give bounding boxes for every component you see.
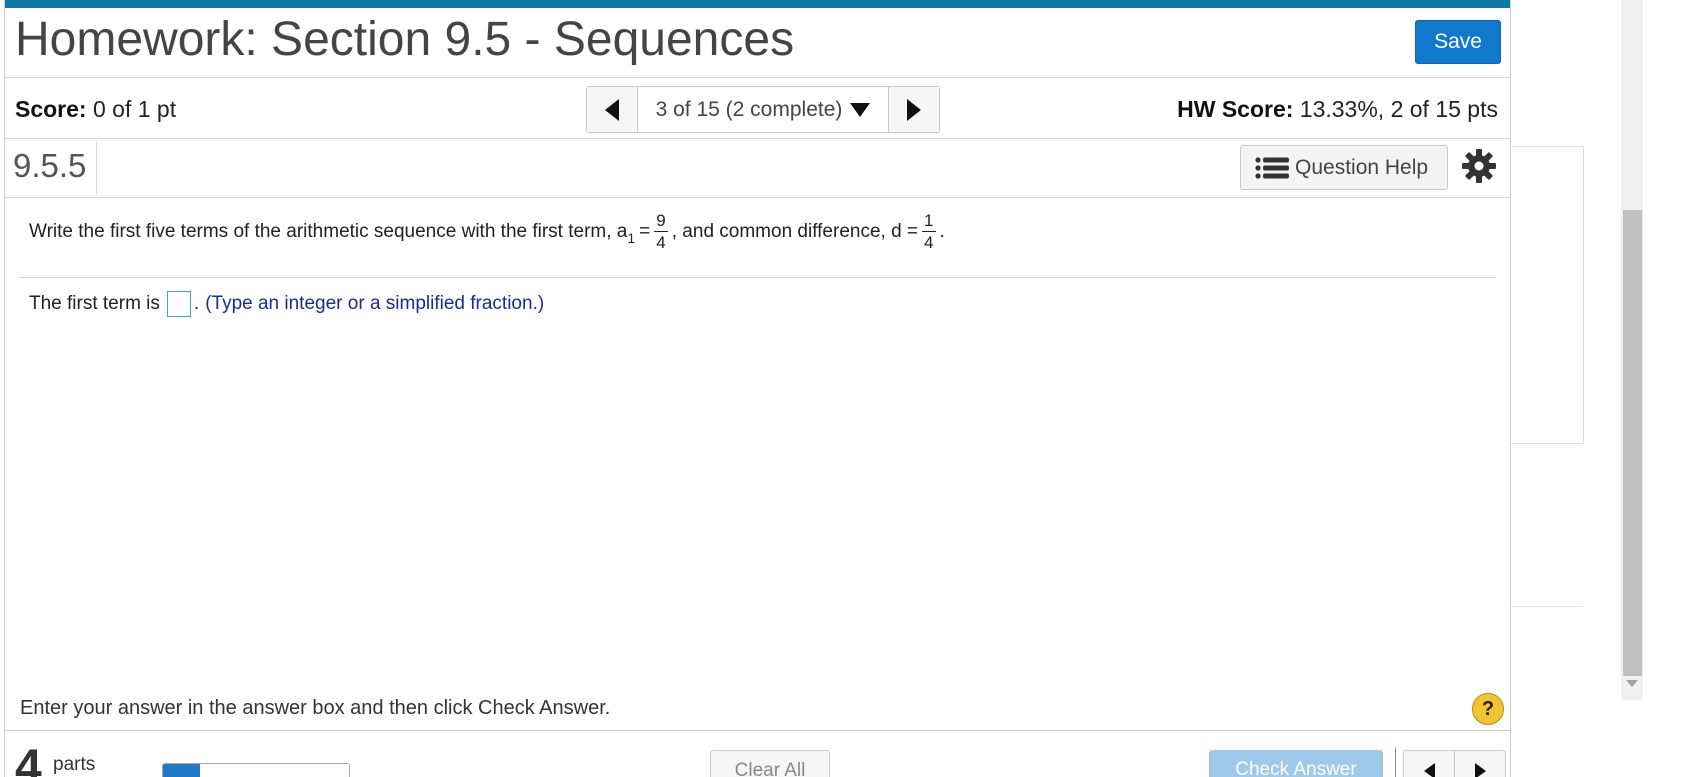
divider: [5, 77, 1510, 78]
answer-input[interactable]: [166, 291, 191, 317]
question-position: 3 of 15 (2 complete): [655, 97, 843, 121]
check-answer-button[interactable]: Check Answer: [1209, 750, 1383, 777]
fraction-numerator: 9: [656, 211, 666, 230]
score-label: Score:: [15, 96, 87, 122]
parts-count: 4: [15, 741, 42, 777]
parts-progress-bar: [162, 763, 350, 777]
divider: [5, 138, 1510, 139]
divider: [19, 277, 1495, 278]
question-prompt: Write the first five terms of the arithm…: [29, 212, 945, 251]
question-number: 9.5.5: [13, 147, 87, 184]
right-arrow-icon: [1474, 763, 1486, 777]
hw-score-value: 13.33%, 2 of 15 pts: [1299, 96, 1498, 122]
parts-label: parts: [53, 754, 96, 775]
part-navigator: [1403, 750, 1506, 777]
divider: [5, 730, 1510, 731]
page-title: Homework: Section 9.5 - Sequences: [15, 13, 795, 66]
fraction-denominator: 4: [922, 231, 936, 252]
scrollbar-thumb[interactable]: [1623, 210, 1642, 676]
left-arrow-icon: [1423, 763, 1435, 777]
hw-score-label: HW Score:: [1177, 96, 1294, 122]
subscript: 1: [627, 229, 636, 246]
save-button[interactable]: Save: [1415, 20, 1501, 64]
left-arrow-icon: [605, 98, 619, 121]
question-selector-dropdown[interactable]: 3 of 15 (2 complete): [637, 87, 889, 132]
previous-part-button[interactable]: [1404, 751, 1454, 777]
answer-hint: (Type an integer or a simplified fractio…: [205, 293, 545, 314]
dropdown-arrow-icon: [850, 102, 871, 117]
next-question-button[interactable]: [889, 87, 939, 132]
right-arrow-icon: [907, 98, 921, 121]
score: Score: 0 of 1 pt: [15, 96, 176, 123]
help-icon[interactable]: ?: [1472, 693, 1504, 725]
fraction-numerator: 1: [924, 211, 934, 230]
instruction-text: Enter your answer in the answer box and …: [20, 697, 611, 719]
background-panel: [1509, 146, 1584, 444]
fraction-d: 1 4: [922, 211, 936, 252]
scroll-down-arrow-icon[interactable]: [1626, 680, 1638, 687]
question-help-button[interactable]: Question Help: [1240, 145, 1448, 190]
prompt-text-middle: , and common difference, d =: [671, 220, 919, 242]
homework-dialog: Homework: Section 9.5 - Sequences Save S…: [4, 0, 1511, 777]
answer-suffix: .: [193, 293, 200, 314]
hw-score: HW Score: 13.33%, 2 of 15 pts: [1177, 96, 1498, 123]
fraction-a1: 9 4: [654, 211, 668, 252]
background-divider: [1509, 606, 1583, 607]
prompt-text-start: Write the first five terms of the arithm…: [29, 220, 628, 242]
question-navigator: 3 of 15 (2 complete): [586, 86, 940, 133]
list-icon: [1255, 156, 1289, 179]
answer-line: The first term is . (Type an integer or …: [29, 291, 544, 317]
previous-question-button[interactable]: [587, 87, 637, 132]
fraction-denominator: 4: [654, 231, 668, 252]
gear-icon[interactable]: [1461, 148, 1497, 184]
top-accent-bar: [5, 0, 1510, 8]
equals-sign: =: [639, 220, 651, 242]
score-value: 0 of 1 pt: [92, 96, 177, 122]
clear-all-button[interactable]: Clear All: [710, 750, 830, 777]
divider: [96, 141, 97, 195]
divider: [1395, 748, 1396, 777]
next-part-button[interactable]: [1454, 751, 1505, 777]
prompt-text-end: .: [939, 220, 945, 242]
parts-progress-fill: [163, 764, 201, 777]
question-help-label: Question Help: [1295, 155, 1429, 179]
divider: [5, 197, 1510, 198]
answer-prefix: The first term is: [29, 293, 160, 314]
